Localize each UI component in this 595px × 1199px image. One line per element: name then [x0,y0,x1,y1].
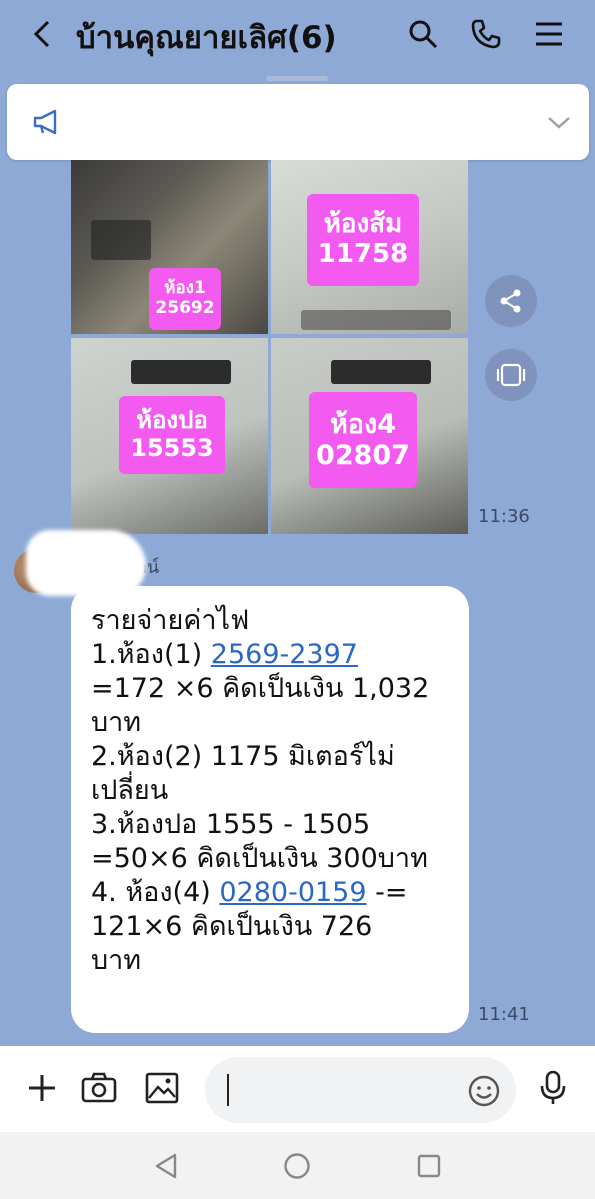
nav-home-button[interactable] [281,1150,313,1182]
menu-button[interactable] [529,14,569,54]
microphone-icon [540,1070,566,1104]
message-line: เปลี่ยน [91,775,169,806]
image-icon [145,1072,179,1104]
square-recents-icon [417,1154,441,1178]
frame-icon [496,363,526,387]
text-cursor [227,1074,229,1106]
camera-button[interactable] [79,1068,119,1108]
share-icon [500,289,521,313]
message-line: 1.ห้อง(1) 2569-2397 [91,638,449,672]
photo-label-room: ห้องส้ม [323,209,403,240]
share-button[interactable] [485,275,537,327]
message-line: 121×6 คิดเป็นเงิน 726 [91,911,373,942]
system-nav-bar [0,1132,595,1199]
message-line: =50×6 คิดเป็นเงิน 300บาท [91,843,428,874]
menu-icon [536,22,562,46]
nav-recents-button[interactable] [413,1150,445,1182]
search-button[interactable] [403,14,443,54]
chat-title: บ้านคุณยายเลิศ(6) [76,20,337,56]
call-button[interactable] [466,14,506,54]
phone-link[interactable]: 0280-0159 [219,877,366,908]
camera-icon [81,1072,117,1103]
chevron-down-icon[interactable] [545,108,573,136]
phone-link[interactable]: 2569-2397 [211,639,358,670]
message-line: 3.ห้องปอ 1555 - 1505 [91,809,371,840]
voice-button[interactable] [533,1068,573,1108]
message-text: -= [366,877,408,908]
back-button[interactable] [22,14,62,54]
input-bar [0,1046,595,1132]
meter-photo[interactable]: ห้อง1 25692 [71,160,268,334]
photo-label-reading: 25692 [155,298,215,318]
photo-timestamp: 11:36 [478,506,530,527]
photo-label-room: ห้อง4 [330,408,396,440]
chat-header: บ้านคุณยายเลิศ(6) [0,0,595,72]
plus-icon [29,1075,55,1101]
photo-label-room: ห้องปอ [136,406,208,435]
message-timestamp: 11:41 [478,1004,530,1025]
photo-label-reading: 11758 [317,239,409,269]
message-input[interactable] [205,1057,516,1123]
circle-home-icon [284,1153,310,1179]
back-icon [33,20,50,48]
message-line: 4. ห้อง(4) 0280-0159 -= [91,876,449,910]
drag-handle[interactable] [266,76,328,81]
message-line: รายจ่ายค่าไฟ [91,605,250,636]
phone-icon [471,19,501,49]
message-line: บาท [91,945,142,976]
photo-label-reading: 15553 [130,434,214,462]
photo-label-room: ห้อง1 [164,278,206,299]
announcement-bar[interactable] [7,84,589,160]
add-button[interactable] [22,1068,62,1108]
photo-grid[interactable]: ห้อง1 25692 ห้องส้ม 11758 ห้องปอ 15553 ห… [71,160,468,534]
meter-photo[interactable]: ห้องปอ 15553 [71,338,268,534]
gallery-button[interactable] [142,1068,182,1108]
meter-photo[interactable]: ห้อง4 02807 [271,338,468,534]
message-line: บาท [91,707,142,738]
search-icon [409,20,438,49]
message-line: =172 ×6 คิดเป็นเงิน 1,032 [91,673,430,704]
capture-button[interactable] [485,349,537,401]
triangle-back-icon [155,1153,177,1179]
emoji-icon[interactable] [467,1074,501,1108]
message-text: 4. ห้อง(4) [91,877,220,908]
photo-label-reading: 02807 [316,440,410,471]
megaphone-icon [33,109,57,135]
message-text: 1.ห้อง(1) [91,639,211,670]
message-bubble[interactable]: รายจ่ายค่าไฟ 1.ห้อง(1) 2569-2397 =172 ×6… [71,586,469,1033]
message-line: 2.ห้อง(2) 1175 มิเตอร์ไม่ [91,741,395,772]
nav-back-button[interactable] [150,1150,182,1182]
meter-photo[interactable]: ห้องส้ม 11758 [271,160,468,334]
